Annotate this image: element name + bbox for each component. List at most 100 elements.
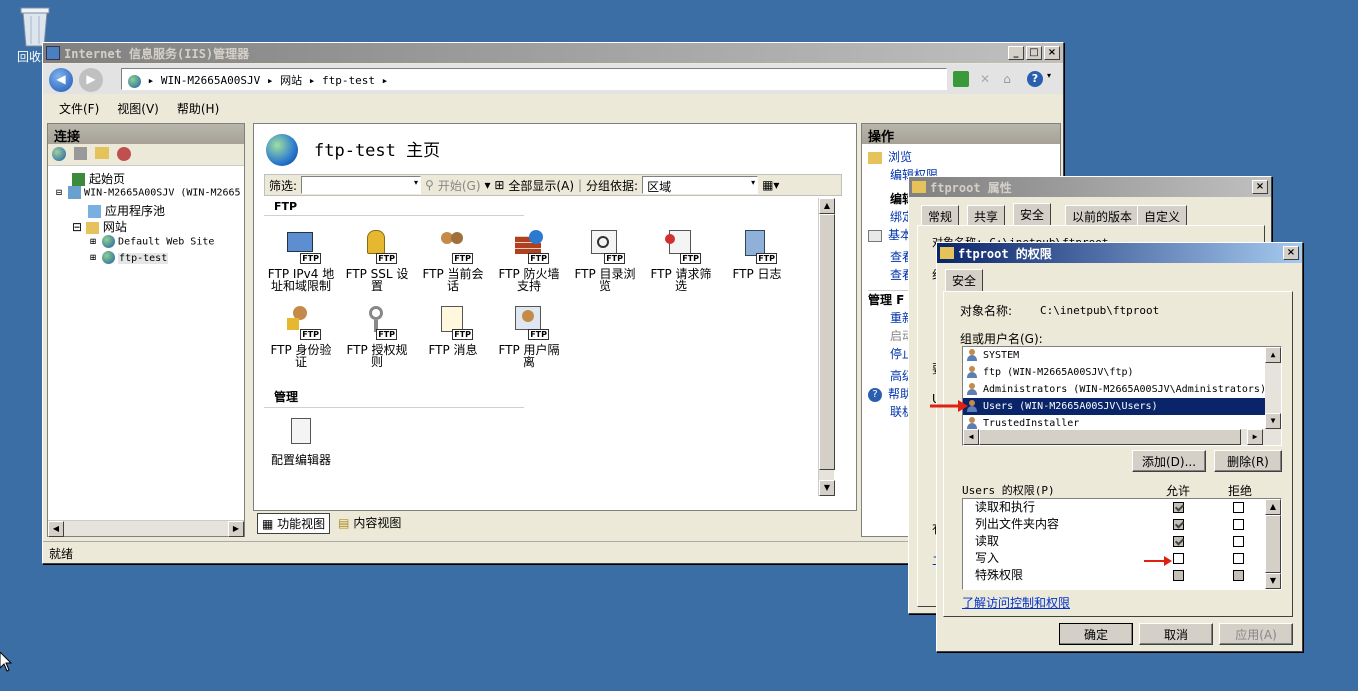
feature-ftp-sessions[interactable]: FTP FTP 当前会话 (416, 228, 490, 292)
feature-ftp-dir-browsing[interactable]: FTP FTP 目录浏览 (568, 228, 642, 292)
view-mode-icon[interactable]: ▦▾ (762, 178, 779, 192)
hscroll-thumb[interactable] (979, 429, 1241, 445)
forward-button[interactable]: ▶ (79, 68, 103, 92)
properties-close-button[interactable]: × (1252, 180, 1268, 194)
group-by-select[interactable]: 区域 ▾ (642, 176, 759, 194)
disconnect-icon[interactable] (117, 147, 131, 161)
manage-section-header: 管理 (264, 386, 524, 408)
features-vscroll[interactable]: ▲ ▼ (818, 198, 835, 496)
scroll-right-button[interactable]: ▶ (1247, 429, 1263, 445)
feature-config-editor[interactable]: 配置编辑器 (264, 414, 338, 466)
connections-hscroll[interactable]: ◀ ▶ (48, 520, 244, 537)
feature-ftp-authorization[interactable]: FTP FTP 授权规则 (340, 304, 414, 368)
main-content: ftp-test 主页 筛选: ▾ ⚲ 开始(G) ▾ ⊞ 全部显示(A) | … (253, 123, 857, 511)
allow-checkbox[interactable] (1173, 502, 1184, 513)
user-item-users[interactable]: Users (WIN-M2665A00SJV\Users) (963, 398, 1265, 415)
tree-item-default-web-site[interactable]: ⊞ Default Web Site (90, 235, 214, 248)
feature-ftp-user-isolation[interactable]: FTP FTP 用户隔离 (492, 304, 566, 368)
user-item-ftp[interactable]: ftp (WIN-M2665A00SJV\ftp) (963, 364, 1281, 381)
feature-ftp-messages[interactable]: FTP FTP 消息 (416, 304, 490, 356)
refresh-icon[interactable] (953, 71, 969, 87)
scroll-left-button[interactable]: ◀ (963, 429, 979, 445)
permissions-close-button[interactable]: × (1283, 246, 1299, 260)
up-folder-icon[interactable] (95, 147, 109, 159)
access-control-link[interactable]: 了解访问控制和权限 (962, 594, 1070, 611)
scroll-right-button[interactable]: ▶ (228, 521, 244, 537)
allow-checkbox[interactable] (1173, 536, 1184, 547)
scroll-down-button[interactable]: ▼ (1265, 573, 1281, 589)
tree-item-app-pools[interactable]: 应用程序池 (88, 202, 165, 219)
users-vscroll[interactable]: ▲ ▼ (1265, 347, 1281, 429)
users-listbox[interactable]: SYSTEM ftp (WIN-M2665A00SJV\ftp) Adminis… (962, 346, 1282, 446)
scroll-up-button[interactable]: ▲ (1265, 499, 1281, 515)
scroll-up-button[interactable]: ▲ (819, 198, 835, 214)
connect-icon[interactable] (52, 147, 66, 161)
permissions-titlebar[interactable]: ftproot 的权限 × (937, 243, 1302, 263)
tree-item-sites[interactable]: ⊟ 网站 (72, 218, 127, 235)
props-tab-customize[interactable]: 自定义 (1137, 205, 1188, 225)
deny-checkbox[interactable] (1233, 570, 1244, 581)
tree-item-start-page[interactable]: 起始页 (72, 170, 125, 187)
deny-checkbox[interactable] (1233, 553, 1244, 564)
props-tab-sharing[interactable]: 共享 (967, 205, 1006, 225)
allow-checkbox[interactable] (1173, 570, 1184, 581)
address-bar[interactable]: ▸ WIN-M2665A00SJV ▸ 网站 ▸ ftp-test ▸ (121, 68, 947, 90)
allow-checkbox[interactable] (1173, 519, 1184, 530)
action-browse[interactable]: 浏览 (868, 148, 1054, 166)
menu-view[interactable]: 视图(V) (117, 100, 159, 116)
start-filter-button[interactable]: 开始(G) (438, 177, 481, 194)
breadcrumb-sites[interactable]: 网站 (280, 74, 302, 87)
deny-checkbox[interactable] (1233, 502, 1244, 513)
feature-ftp-ipv4[interactable]: FTP FTP IPv4 地址和域限制 (264, 228, 338, 292)
props-tab-previous-versions[interactable]: 以前的版本 (1065, 205, 1140, 225)
deny-checkbox[interactable] (1233, 536, 1244, 547)
menu-file[interactable]: 文件(F) (59, 100, 99, 116)
scroll-left-button[interactable]: ◀ (48, 521, 64, 537)
deny-checkbox[interactable] (1233, 519, 1244, 530)
scroll-up-button[interactable]: ▲ (1265, 347, 1281, 363)
permission-name: 列出文件夹内容 (975, 517, 1060, 531)
scroll-thumb[interactable] (819, 214, 835, 470)
scroll-down-button[interactable]: ▼ (1265, 413, 1281, 429)
tree-item-server[interactable]: ⊟ WIN-M2665A00SJV (WIN-M2665 (56, 186, 241, 199)
perm-tab-security[interactable]: 安全 (945, 269, 984, 291)
ok-button[interactable]: 确定 (1059, 623, 1133, 645)
scroll-down-button[interactable]: ▼ (819, 480, 835, 496)
cancel-button[interactable]: 取消 (1139, 623, 1213, 645)
feature-ftp-request-filtering[interactable]: FTP FTP 请求筛选 (644, 228, 718, 292)
add-button[interactable]: 添加(D)... (1132, 450, 1206, 472)
breadcrumb-server[interactable]: WIN-M2665A00SJV (161, 74, 260, 87)
maximize-button[interactable]: □ (1026, 46, 1042, 60)
tree-item-ftp-test[interactable]: ⊞ ftp-test (90, 251, 169, 264)
tab-content-view[interactable]: ▤ 内容视图 (334, 513, 405, 534)
home-icon[interactable]: ⌂ (999, 71, 1015, 87)
minimize-button[interactable]: _ (1008, 46, 1024, 60)
users-hscroll[interactable]: ◀ ▶ (963, 429, 1281, 445)
remove-button[interactable]: 删除(R) (1214, 450, 1282, 472)
back-button[interactable]: ◀ (49, 68, 73, 92)
feature-ftp-ssl[interactable]: FTP FTP SSL 设置 (340, 228, 414, 292)
help-icon[interactable]: ? (1027, 71, 1043, 87)
breadcrumb-ftp-test[interactable]: ftp-test (322, 74, 375, 87)
user-item-system[interactable]: SYSTEM (963, 347, 1281, 364)
permissions-vscroll[interactable]: ▲ ▼ (1265, 499, 1281, 589)
feature-ftp-authentication[interactable]: FTP FTP 身份验证 (264, 304, 338, 368)
user-item-administrators[interactable]: Administrators (WIN-M2665A00SJV\Administ… (963, 381, 1281, 398)
iis-titlebar[interactable]: Internet 信息服务(IIS)管理器 _ □ × (43, 43, 1063, 63)
save-icon[interactable] (74, 147, 87, 160)
scroll-thumb[interactable] (1265, 515, 1281, 573)
apply-button[interactable]: 应用(A) (1219, 623, 1293, 645)
feature-ftp-firewall[interactable]: FTP FTP 防火墙 支持 (492, 228, 566, 292)
stop-icon[interactable]: ✕ (977, 71, 993, 87)
show-all-button[interactable]: 全部显示(A) (508, 177, 574, 194)
properties-titlebar[interactable]: ftproot 属性 × (909, 177, 1271, 197)
props-tab-security[interactable]: 安全 (1013, 203, 1052, 225)
props-tab-general[interactable]: 常规 (921, 205, 960, 225)
filter-input[interactable]: ▾ (301, 176, 422, 194)
tab-features-view[interactable]: ▦ 功能视图 (257, 513, 331, 534)
help-dropdown-icon[interactable]: ▾ (1047, 71, 1051, 80)
close-button[interactable]: × (1044, 46, 1060, 60)
feature-ftp-logging[interactable]: FTP FTP 日志 (720, 228, 794, 280)
menu-help[interactable]: 帮助(H) (177, 100, 219, 116)
allow-checkbox[interactable] (1173, 553, 1184, 564)
